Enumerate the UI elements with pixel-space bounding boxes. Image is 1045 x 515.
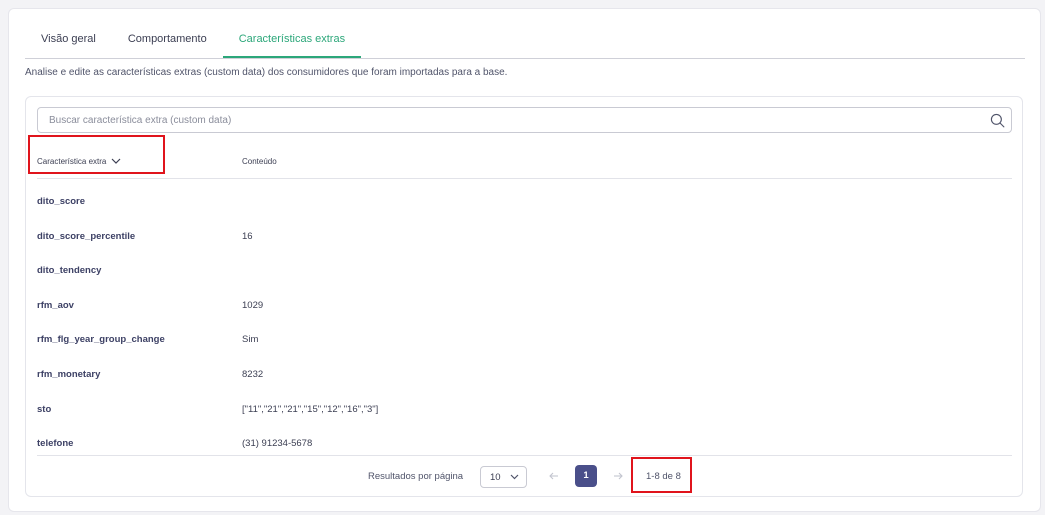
column-header-conteudo: Conteúdo <box>242 157 277 166</box>
row-key: telefone <box>37 438 74 449</box>
row-value: 1029 <box>242 300 264 311</box>
arrow-left-icon[interactable] <box>548 470 560 482</box>
row-key: dito_tendency <box>37 265 102 276</box>
table-row: dito_score <box>37 185 1012 219</box>
search-box <box>37 107 1012 133</box>
row-key: dito_score <box>37 196 86 207</box>
table-row: rfm_monetary 8232 <box>37 358 1012 392</box>
column-header-label: Característica extra <box>37 157 107 166</box>
pagination: Resultados por página 10 1 1-8 de 8 <box>26 464 1024 490</box>
results-per-page-label: Resultados por página <box>368 471 464 482</box>
row-value: Sim <box>242 334 259 345</box>
row-key: rfm_flg_year_group_change <box>37 334 165 345</box>
custom-data-panel: Característica extra Conteúdo dito_score… <box>25 96 1023 497</box>
chevron-down-icon <box>111 157 121 166</box>
table-header: Característica extra Conteúdo <box>37 141 1012 179</box>
search-icon[interactable] <box>990 113 1005 128</box>
results-per-page-select[interactable]: 10 <box>480 466 527 488</box>
column-header-caracteristica[interactable]: Característica extra <box>37 157 121 166</box>
row-key: sto <box>37 404 52 415</box>
row-value: ["11","21","21","15","12","16","3"] <box>242 404 379 415</box>
results-per-page-value: 10 <box>490 472 501 483</box>
table-footer-divider <box>37 455 1012 456</box>
table-row: dito_score_percentile 16 <box>37 220 1012 254</box>
tab-bar: Visão geral Comportamento Característica… <box>25 28 1025 59</box>
row-key: rfm_aov <box>37 300 74 311</box>
pagination-range: 1-8 de 8 <box>646 471 681 482</box>
table-row: sto ["11","21","21","15","12","16","3"] <box>37 393 1012 427</box>
page-description: Analise e edite as características extra… <box>25 67 508 78</box>
tab-visao-geral[interactable]: Visão geral <box>25 28 112 58</box>
tab-comportamento[interactable]: Comportamento <box>112 28 223 58</box>
table-row: rfm_flg_year_group_change Sim <box>37 323 1012 357</box>
chevron-down-icon <box>510 474 519 480</box>
row-key: rfm_monetary <box>37 369 101 380</box>
arrow-right-icon[interactable] <box>612 470 624 482</box>
search-input[interactable] <box>38 108 978 132</box>
page-button-current[interactable]: 1 <box>575 465 597 487</box>
tab-caracteristicas-extras[interactable]: Características extras <box>222 28 362 58</box>
table-row: rfm_aov 1029 <box>37 289 1012 323</box>
row-value: 8232 <box>242 369 264 380</box>
row-value: 16 <box>242 231 253 242</box>
content-card: Visão geral Comportamento Característica… <box>8 8 1041 512</box>
row-key: dito_score_percentile <box>37 231 136 242</box>
table-row: dito_tendency <box>37 254 1012 288</box>
row-value: (31) 91234-5678 <box>242 438 313 449</box>
